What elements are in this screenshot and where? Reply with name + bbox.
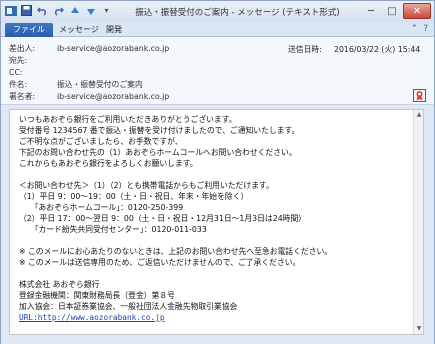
minimize-button[interactable]: ─ <box>361 3 381 19</box>
body-line: 株式会社 あおぞら銀行 <box>19 280 100 289</box>
help-icon[interactable]: ? <box>423 24 428 34</box>
save-icon[interactable] <box>20 4 33 17</box>
body-line: いつもあおぞら銀行をご利用いただきありがとうございます。 <box>19 115 237 124</box>
message-window: ▾ 振込・振替受付のご案内 - メッセージ (テキスト形式) ─ □ ✕ ファイ… <box>0 0 435 344</box>
window-bottom-edge <box>1 335 434 344</box>
tab-file[interactable]: ファイル <box>5 23 53 37</box>
from-label: 差出人: <box>9 44 36 53</box>
subject-row: 件名: 振込・振替受付のご案内 <box>9 80 143 90</box>
bank-url-link[interactable]: URL:http://www.aozorabank.co.jp <box>19 312 165 323</box>
up-arrow-icon[interactable] <box>68 4 81 17</box>
sent-label: 送信日時: <box>288 45 322 54</box>
title-bar: ▾ 振込・振替受付のご案内 - メッセージ (テキスト形式) ─ □ ✕ <box>1 1 434 23</box>
customize-toolbar-icon[interactable]: ▾ <box>100 4 113 17</box>
quick-access-toolbar: ▾ <box>4 4 113 17</box>
undo-icon[interactable] <box>36 4 49 17</box>
signer-label: 署名者: <box>9 92 36 101</box>
message-header: 差出人: ib-service@aozorabank.co.jp 宛先: CC: … <box>1 37 434 105</box>
scroll-down-icon[interactable]: ▼ <box>415 325 423 333</box>
cc-row: CC: <box>9 68 57 78</box>
signer-value[interactable]: ib-service@aozorabank.co.jp <box>57 92 169 101</box>
body-line: 登録金融機関：関東財務局長（登金）第８号 <box>19 291 175 300</box>
from-row: 差出人: ib-service@aozorabank.co.jp <box>9 44 169 54</box>
maximize-button[interactable]: □ <box>382 3 402 19</box>
close-button[interactable]: ✕ <box>403 3 431 19</box>
body-line: ※ このメールは送信専用のため、ご返信いただけませんので、ご了承ください。 <box>19 258 301 267</box>
subject-label: 件名: <box>9 80 28 89</box>
body-line: 「あおぞらホームコール」：0120-250-399 <box>19 203 184 212</box>
scroll-up-icon[interactable]: ▲ <box>415 111 423 119</box>
body-line: 加入協会：日本証券業協会、一般社団法人金融先物取引業協会 <box>19 302 238 311</box>
body-line: ※ このメールにお心あたりのないときは、上記のお問い合わせ先へ至急お電話ください… <box>19 247 333 256</box>
sent-value: 2016/03/22 (火) 15:44 <box>334 45 421 54</box>
to-label: 宛先: <box>9 56 28 65</box>
ribbon-tabs: ファイル メッセージ 開発 ⌃ ? <box>1 23 434 37</box>
ribbon-expand-icon[interactable]: ⌃ <box>411 24 419 34</box>
message-body[interactable]: いつもあおぞら銀行をご利用いただきありがとうございます。 受付番号 123456… <box>9 109 424 335</box>
body-line: ご不明な点がございましたら、お手数ですが、 <box>19 137 183 146</box>
from-value[interactable]: ib-service@aozorabank.co.jp <box>57 44 169 53</box>
body-line: 「カード紛失共同受付センター」：0120-011-033 <box>19 225 207 234</box>
subject-value: 振込・振替受付のご案内 <box>57 80 143 89</box>
digital-signature-icon[interactable] <box>413 89 426 102</box>
signer-row: 署名者: ib-service@aozorabank.co.jp <box>9 92 169 102</box>
cc-label: CC: <box>9 68 23 77</box>
tab-developer[interactable]: 開発 <box>98 23 130 37</box>
outlook-icon[interactable] <box>4 4 17 17</box>
body-line: これからもあおぞら銀行をよろしくお願いします。 <box>19 159 198 168</box>
body-line: （1）平日 9：00～19：00（土・日・祝日、年末・年始を除く） <box>19 192 249 201</box>
to-row: 宛先: <box>9 56 57 66</box>
window-controls: ─ □ ✕ <box>361 3 431 19</box>
redo-icon[interactable] <box>52 4 65 17</box>
vertical-scrollbar[interactable]: ▲ ▼ <box>413 110 423 334</box>
body-line: 受付番号 1234567 番で振込・振替を受け付けましたので、ご通知いたします。 <box>19 126 300 135</box>
body-line: ＜お問い合わせ先＞（1）（2）とも携帯電話からもご利用いただけます。 <box>19 181 274 190</box>
body-line: 下記のお問い合わせ先の（1）あおぞらホームコールへお問い合わせください。 <box>19 148 297 157</box>
down-arrow-icon[interactable] <box>84 4 97 17</box>
body-line: （2）平日 17：00～翌日 9：00（土・日・祝日・12月31日～1月3日は2… <box>19 214 307 223</box>
window-title: 振込・振替受付のご案内 - メッセージ (テキスト形式) <box>135 8 340 18</box>
ribbon-right-icons: ⌃ ? <box>411 24 428 34</box>
